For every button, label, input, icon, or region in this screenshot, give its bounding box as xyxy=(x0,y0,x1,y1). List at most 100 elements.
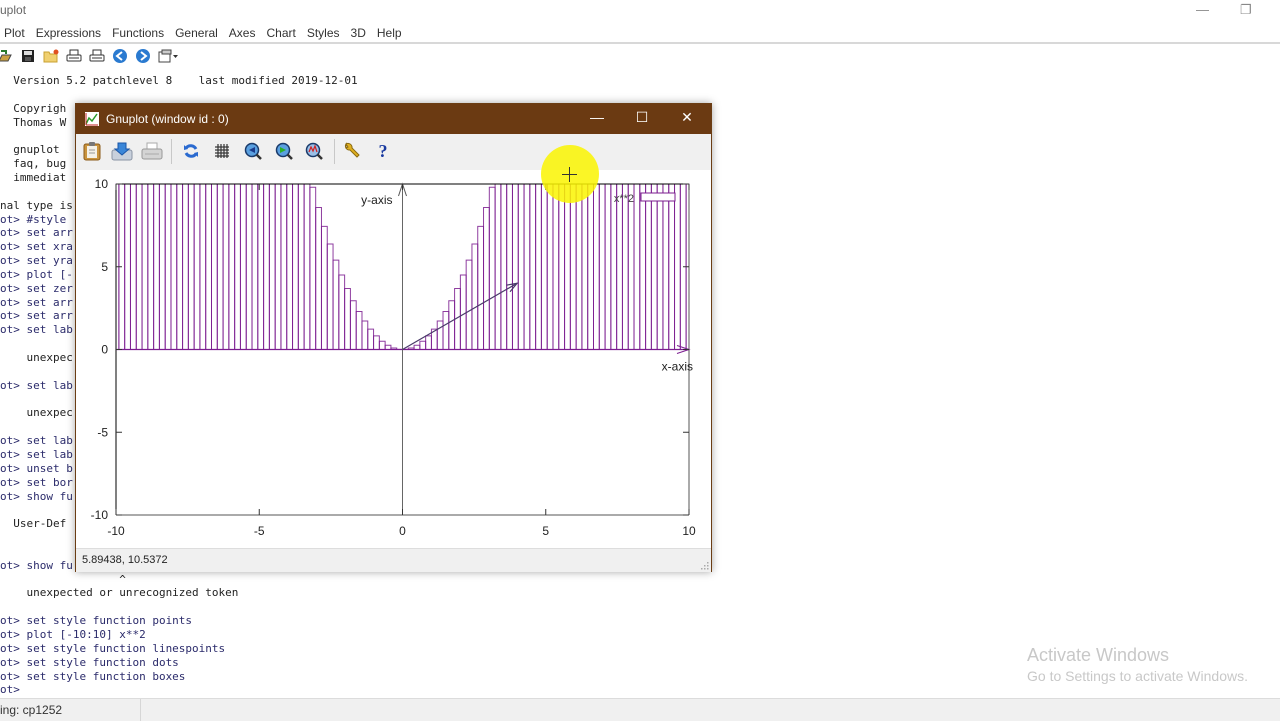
console-line: ot> set arr xyxy=(0,296,73,310)
data-box xyxy=(640,184,646,350)
data-box xyxy=(570,184,576,350)
console-line: ot> set lab xyxy=(0,434,73,448)
data-box xyxy=(316,207,322,349)
data-box xyxy=(646,184,652,350)
zoom-next-icon[interactable] xyxy=(273,140,295,162)
console-line: ot> unset b xyxy=(0,462,73,476)
data-box xyxy=(495,184,501,350)
console-line: ot> show fu xyxy=(0,490,73,504)
data-box xyxy=(547,184,553,350)
print-icon[interactable] xyxy=(65,48,82,65)
data-box xyxy=(356,312,362,350)
data-box xyxy=(275,184,281,350)
menu-3d[interactable]: 3D xyxy=(347,24,373,42)
data-box xyxy=(362,321,368,350)
console-line: ot> xyxy=(0,683,20,697)
y-tick-label: -10 xyxy=(91,508,109,522)
data-box xyxy=(136,184,142,350)
menu-functions[interactable]: Functions xyxy=(108,24,171,42)
data-box xyxy=(437,321,443,350)
plot-area[interactable]: -10-50510-10-50510y-axisx-axisx**2 xyxy=(76,170,711,547)
console-line: gnuplot xyxy=(0,143,66,157)
console-line: ot> set bor xyxy=(0,476,73,490)
data-box xyxy=(657,184,663,350)
console-line: ot> set lab xyxy=(0,448,73,462)
data-box xyxy=(345,289,351,350)
graph-status-bar: 5.89438, 10.5372 xyxy=(76,548,711,572)
watermark-title: Activate Windows xyxy=(1027,645,1248,666)
data-box xyxy=(501,184,507,350)
menu-chart[interactable]: Chart xyxy=(262,24,302,42)
console-line: Version 5.2 patchlevel 8 last modified 2… xyxy=(0,74,358,88)
arrow-line xyxy=(403,283,518,349)
menu-styles[interactable]: Styles xyxy=(303,24,347,42)
grid-icon[interactable] xyxy=(211,140,233,162)
console-line: unexpected or unrecognized token xyxy=(0,586,238,600)
y-tick-label: -5 xyxy=(97,425,108,439)
data-box xyxy=(622,184,628,350)
data-box xyxy=(443,312,449,350)
data-box xyxy=(130,184,136,350)
graph-print-icon[interactable] xyxy=(141,140,163,162)
console-line: ot> set yra xyxy=(0,254,73,268)
data-box xyxy=(194,184,200,350)
console-line: ot> plot [-10:10] x**2 xyxy=(0,628,146,642)
plot-svg[interactable]: -10-50510-10-50510y-axisx-axisx**2 xyxy=(76,170,711,547)
app-title: uplot xyxy=(0,3,26,17)
x-tick-label: 0 xyxy=(399,524,406,538)
main-toolbar xyxy=(0,46,181,66)
graph-window-titlebar[interactable]: Gnuplot (window id : 0) — ☐ ✕ xyxy=(76,104,711,134)
replot-icon[interactable] xyxy=(180,140,202,162)
x-axis-label: x-axis xyxy=(662,360,693,374)
data-box xyxy=(258,184,264,350)
menu-expressions[interactable]: Expressions xyxy=(32,24,108,42)
data-box xyxy=(177,184,183,350)
menu-axes[interactable]: Axes xyxy=(225,24,263,42)
data-box xyxy=(188,184,194,350)
console-line: faq, bug xyxy=(0,157,66,171)
console-line: ot> set lab xyxy=(0,379,73,393)
graph-minimize-button[interactable]: — xyxy=(582,109,612,125)
data-box xyxy=(599,184,605,350)
data-box xyxy=(420,341,426,349)
gnuplot-app-icon xyxy=(85,112,99,126)
graph-maximize-button[interactable]: ☐ xyxy=(627,109,657,126)
save-icon[interactable] xyxy=(19,48,36,65)
y-tick-label: 0 xyxy=(101,343,108,357)
menu-plot[interactable]: Plot xyxy=(0,24,32,42)
data-box xyxy=(460,275,466,349)
unzoom-icon[interactable] xyxy=(303,140,325,162)
data-box xyxy=(426,336,432,350)
data-box xyxy=(252,184,258,350)
console-line: ot> plot [- xyxy=(0,268,73,282)
help-icon[interactable]: ? xyxy=(372,140,394,162)
resize-grip-icon[interactable] xyxy=(701,562,709,570)
back-icon[interactable] xyxy=(111,48,128,65)
menu-general[interactable]: General xyxy=(171,24,225,42)
console-line: unexpec xyxy=(0,351,73,365)
change-directory-icon[interactable] xyxy=(42,48,59,65)
zoom-previous-icon[interactable] xyxy=(242,140,264,162)
console-line: ^ xyxy=(0,573,126,587)
minimize-icon[interactable]: — xyxy=(1196,2,1209,17)
data-box xyxy=(246,184,252,350)
export-icon[interactable] xyxy=(111,140,133,162)
data-box xyxy=(512,184,518,350)
console-line: ot> set lab xyxy=(0,323,73,337)
data-box xyxy=(264,184,270,350)
print-setup-icon[interactable] xyxy=(88,48,105,65)
forward-icon[interactable] xyxy=(134,48,151,65)
data-box xyxy=(165,184,171,350)
options-dropdown-icon[interactable] xyxy=(157,48,181,65)
restore-icon[interactable]: ❐ xyxy=(1240,2,1252,18)
data-box xyxy=(663,184,669,350)
menu-help[interactable]: Help xyxy=(373,24,409,42)
data-box xyxy=(321,226,327,349)
open-icon[interactable] xyxy=(0,48,13,65)
data-box xyxy=(651,184,657,350)
data-box xyxy=(333,260,339,349)
graph-close-button[interactable]: ✕ xyxy=(672,109,702,126)
copy-clipboard-icon[interactable] xyxy=(81,140,103,162)
data-box xyxy=(350,301,356,350)
options-icon[interactable] xyxy=(341,140,363,162)
